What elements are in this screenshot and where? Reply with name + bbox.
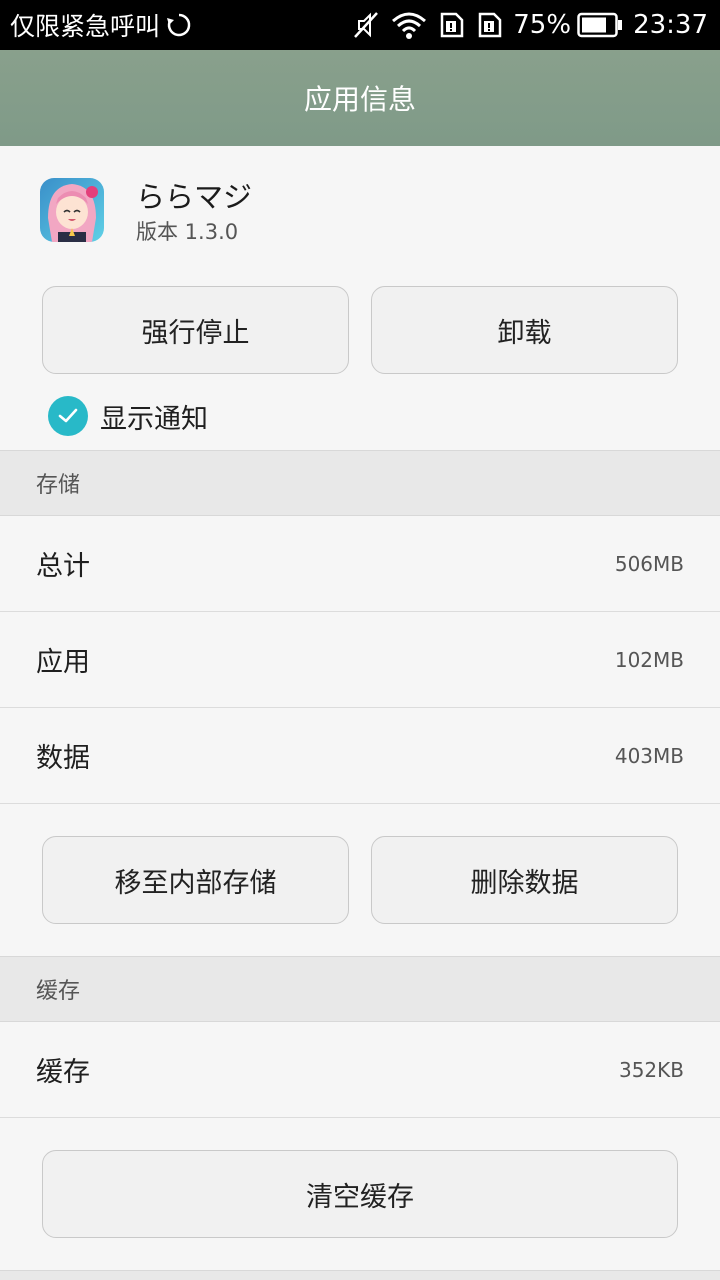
row-label: 数据 <box>36 743 90 774</box>
status-right: 75% 23:37 <box>341 10 720 40</box>
carrier-text: 仅限紧急呼叫 <box>10 12 161 41</box>
next-section-edge <box>0 1270 720 1280</box>
storage-row-data: 数据 403MB <box>0 708 720 804</box>
cache-section-header: 缓存 <box>0 956 720 1022</box>
mute-icon <box>353 11 379 39</box>
status-left: 仅限紧急呼叫 <box>0 7 192 43</box>
battery-icon <box>577 12 623 38</box>
storage-header-label: 存储 <box>36 473 81 498</box>
storage-row-app: 应用 102MB <box>0 612 720 708</box>
sim1-icon <box>439 11 465 39</box>
row-value: 506MB <box>614 551 684 576</box>
show-notifications-label: 显示通知 <box>100 403 208 435</box>
clear-data-button[interactable]: 删除数据 <box>371 836 678 924</box>
app-version: 版本 1.3.0 <box>136 220 239 244</box>
row-label: 应用 <box>36 647 90 678</box>
sync-icon <box>167 13 191 37</box>
uninstall-button[interactable]: 卸载 <box>371 286 678 374</box>
row-value: 403MB <box>614 743 684 768</box>
app-icon <box>40 178 104 242</box>
clear-cache-button[interactable]: 清空缓存 <box>42 1150 678 1238</box>
cache-header-label: 缓存 <box>36 979 81 1004</box>
status-bar: 仅限紧急呼叫 75% 23:37 <box>0 0 720 50</box>
storage-row-total: 总计 506MB <box>0 516 720 612</box>
move-to-internal-button[interactable]: 移至内部存储 <box>42 836 349 924</box>
wifi-icon <box>391 11 427 39</box>
battery-percent: 75% <box>513 10 572 40</box>
force-stop-button[interactable]: 强行停止 <box>42 286 349 374</box>
row-label: 缓存 <box>36 1057 90 1088</box>
row-value: 352KB <box>618 1057 684 1082</box>
sim2-icon <box>477 11 503 39</box>
cache-row: 缓存 352KB <box>0 1022 720 1118</box>
app-header: ららマジ 版本 1.3.0 强行停止 卸载 显示通知 <box>0 146 720 450</box>
page-title: 应用信息 <box>303 83 416 116</box>
row-label: 总计 <box>36 551 90 582</box>
show-notifications-toggle[interactable]: 显示通知 <box>48 396 208 436</box>
checkbox-checked-icon[interactable] <box>48 396 88 436</box>
row-value: 102MB <box>614 647 684 672</box>
storage-section-header: 存储 <box>0 450 720 516</box>
action-bar: 应用信息 <box>0 50 720 146</box>
app-name: ららマジ <box>136 180 253 214</box>
clock: 23:37 <box>633 10 708 40</box>
